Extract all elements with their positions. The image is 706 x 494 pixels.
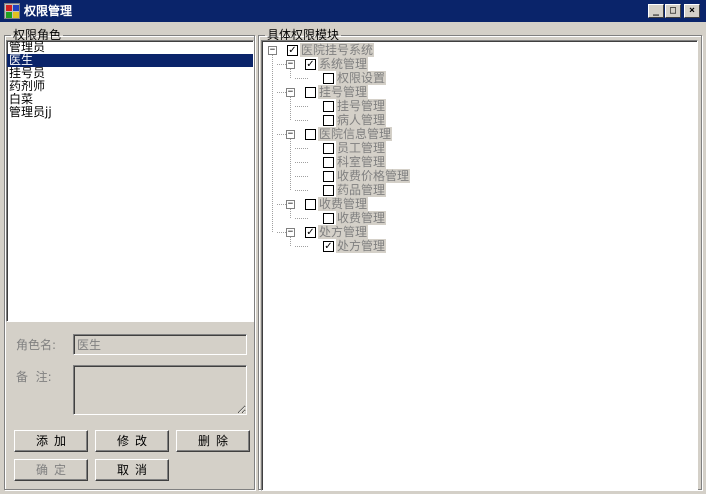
tree-node-label[interactable]: 员工管理 — [336, 141, 387, 155]
role-list-item[interactable]: 药剂师 — [7, 80, 253, 93]
role-list-item[interactable]: 医生 — [7, 54, 253, 67]
ok-button[interactable]: 确定 — [14, 459, 88, 481]
role-name-label: 角色名: — [16, 338, 57, 352]
tree-node-label[interactable]: 处方管理 — [336, 239, 387, 253]
role-list-item[interactable]: 管理员jj — [7, 106, 253, 119]
checkbox[interactable] — [323, 157, 334, 168]
expand-toggle[interactable]: − — [286, 60, 295, 69]
window-title: 权限管理 — [24, 4, 73, 18]
tree-connector — [295, 246, 308, 247]
cancel-button[interactable]: 取消 — [95, 459, 169, 481]
tree-connector — [295, 120, 308, 121]
tree-connector — [290, 237, 291, 246]
tree-node-label[interactable]: 挂号管理 — [318, 85, 369, 99]
maximize-button[interactable]: □ — [665, 4, 681, 18]
expand-toggle[interactable]: − — [268, 46, 277, 55]
title-bar[interactable]: 权限管理 _ □ × — [0, 0, 706, 22]
expand-toggle[interactable]: − — [286, 228, 295, 237]
checkbox[interactable] — [323, 143, 334, 154]
role-name-input[interactable] — [73, 334, 247, 355]
tree-connector — [295, 190, 308, 191]
tree-connector — [295, 106, 308, 107]
tree-connector — [295, 176, 308, 177]
minimize-button[interactable]: _ — [648, 4, 664, 18]
checkbox[interactable]: ✓ — [305, 59, 316, 70]
checkbox[interactable] — [323, 185, 334, 196]
tree-node-label[interactable]: 权限设置 — [336, 71, 387, 85]
checkbox[interactable] — [305, 129, 316, 140]
checkbox[interactable] — [323, 115, 334, 126]
permission-treeview[interactable]: − ✓ 医院挂号系统 − ✓ 系统管理 权限设置 − 挂号管理 挂号管理 病人管理 − 医院信息管理 员工… — [261, 40, 698, 491]
role-listbox[interactable]: 管理员 医生 挂号员 药剂师 白菜 管理员jj — [6, 40, 254, 322]
checkbox[interactable]: ✓ — [287, 45, 298, 56]
role-list-item[interactable]: 管理员 — [7, 41, 253, 54]
tree-node-label[interactable]: 系统管理 — [318, 57, 369, 71]
tree-node-label[interactable]: 病人管理 — [336, 113, 387, 127]
role-list-item[interactable]: 挂号员 — [7, 67, 253, 80]
note-label: 备 注: — [16, 370, 52, 384]
checkbox[interactable] — [305, 199, 316, 210]
checkbox[interactable] — [305, 87, 316, 98]
tree-connector — [295, 218, 308, 219]
expand-toggle[interactable]: − — [286, 88, 295, 97]
tree-connector — [290, 139, 291, 190]
tree-node-label[interactable]: 收费管理 — [318, 197, 369, 211]
tree-node-label[interactable]: 医院信息管理 — [318, 127, 393, 141]
tree-node-label[interactable]: 药品管理 — [336, 183, 387, 197]
tree-node-label[interactable]: 收费价格管理 — [336, 169, 411, 183]
tree-connector — [290, 69, 291, 78]
tree-connector — [295, 78, 308, 79]
tree-connector — [290, 97, 291, 120]
delete-button[interactable]: 删除 — [176, 430, 250, 452]
checkbox[interactable]: ✓ — [305, 227, 316, 238]
tree-node-label[interactable]: 收费管理 — [336, 211, 387, 225]
expand-toggle[interactable]: − — [286, 130, 295, 139]
tree-connector — [295, 148, 308, 149]
tree-node-label[interactable]: 医院挂号系统 — [300, 43, 375, 57]
add-button[interactable]: 添加 — [14, 430, 88, 452]
checkbox[interactable]: ✓ — [323, 241, 334, 252]
role-list-item[interactable]: 白菜 — [7, 93, 253, 106]
checkbox[interactable] — [323, 73, 334, 84]
tree-node-label[interactable]: 处方管理 — [318, 225, 369, 239]
checkbox[interactable] — [323, 101, 334, 112]
tree-connector — [272, 55, 273, 232]
app-icon — [4, 3, 20, 19]
tree-node-label[interactable]: 科室管理 — [336, 155, 387, 169]
note-textarea[interactable] — [73, 365, 247, 415]
tree-connector — [290, 209, 291, 218]
expand-toggle[interactable]: − — [286, 200, 295, 209]
tree-node-label[interactable]: 挂号管理 — [336, 99, 387, 113]
close-button[interactable]: × — [684, 4, 700, 18]
edit-button[interactable]: 修改 — [95, 430, 169, 452]
tree-connector — [295, 162, 308, 163]
checkbox[interactable] — [323, 171, 334, 182]
checkbox[interactable] — [323, 213, 334, 224]
